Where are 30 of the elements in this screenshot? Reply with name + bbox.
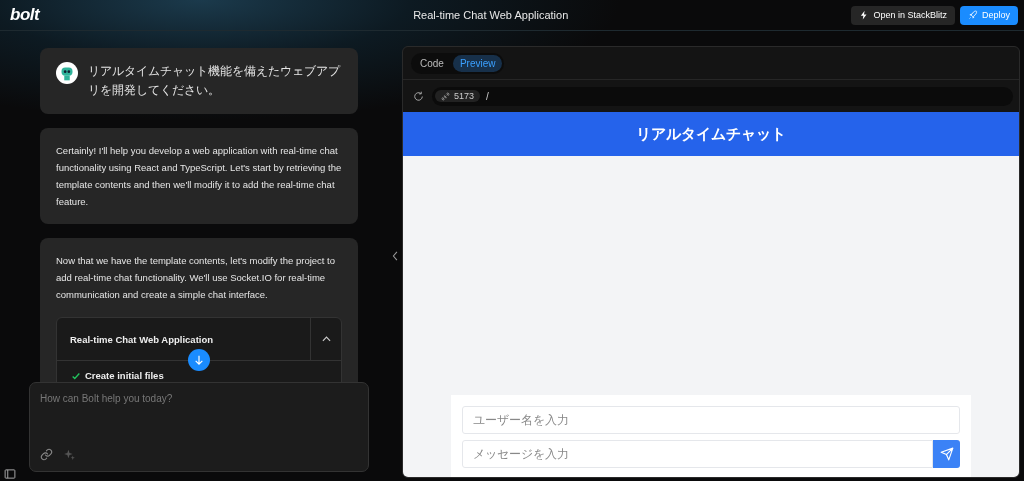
link-icon[interactable] — [40, 448, 53, 461]
arrow-down-icon — [194, 355, 204, 365]
step-label: Create initial files — [85, 369, 164, 383]
caret-up-icon — [321, 336, 331, 342]
message-text: Certainly! I'll help you develop a web application with real-time chat functionality using React and TypeScript. Let's start by retrieving the template contents and then we'll modify it to add the real-time chat feature. — [56, 144, 342, 209]
bolt-logo[interactable]: bolt — [10, 5, 370, 25]
port-badge[interactable]: 5173 — [435, 90, 481, 102]
view-tab[interactable]: Preview — [452, 54, 503, 72]
robot-avatar-icon — [56, 62, 78, 84]
username-field[interactable]: ユーザー名を入力 — [462, 406, 960, 434]
open-button[interactable]: Open in StackBlitz — [851, 5, 955, 25]
rocket-icon — [968, 10, 978, 20]
message-text: Now that we have the template contents, let's modify the project to add real-time chat functionality. We'll use Socket.IO for real-time communication and create a simple chat interface. — [56, 254, 337, 302]
project-title: Real-time Chat Web Application — [412, 9, 570, 21]
send-icon — [939, 447, 954, 461]
reload-icon[interactable] — [413, 90, 424, 102]
app-header: リアルタイムチャット — [403, 112, 1019, 156]
address-bar[interactable]: 5173 / — [432, 86, 1013, 106]
message-field[interactable]: メッセージを入力 — [462, 440, 933, 468]
port-number: 5173 — [454, 91, 475, 101]
prompt-input[interactable]: How can Bolt help you today? — [40, 393, 358, 448]
url-path: / — [486, 90, 489, 102]
artifact-title[interactable]: Real-time Chat Web Application — [57, 318, 310, 360]
sidebar-toggle-icon[interactable] — [4, 468, 16, 480]
scroll-down-button[interactable] — [188, 349, 210, 371]
chevron-left-icon[interactable] — [391, 250, 399, 262]
send-button[interactable] — [933, 440, 960, 468]
prompt-field[interactable]: How can Bolt help you today? — [29, 382, 369, 472]
view-tab[interactable]: Code — [413, 54, 451, 72]
message-text: リアルタイムチャット機能を備えたウェブアプリを開発してください。 — [88, 63, 342, 99]
